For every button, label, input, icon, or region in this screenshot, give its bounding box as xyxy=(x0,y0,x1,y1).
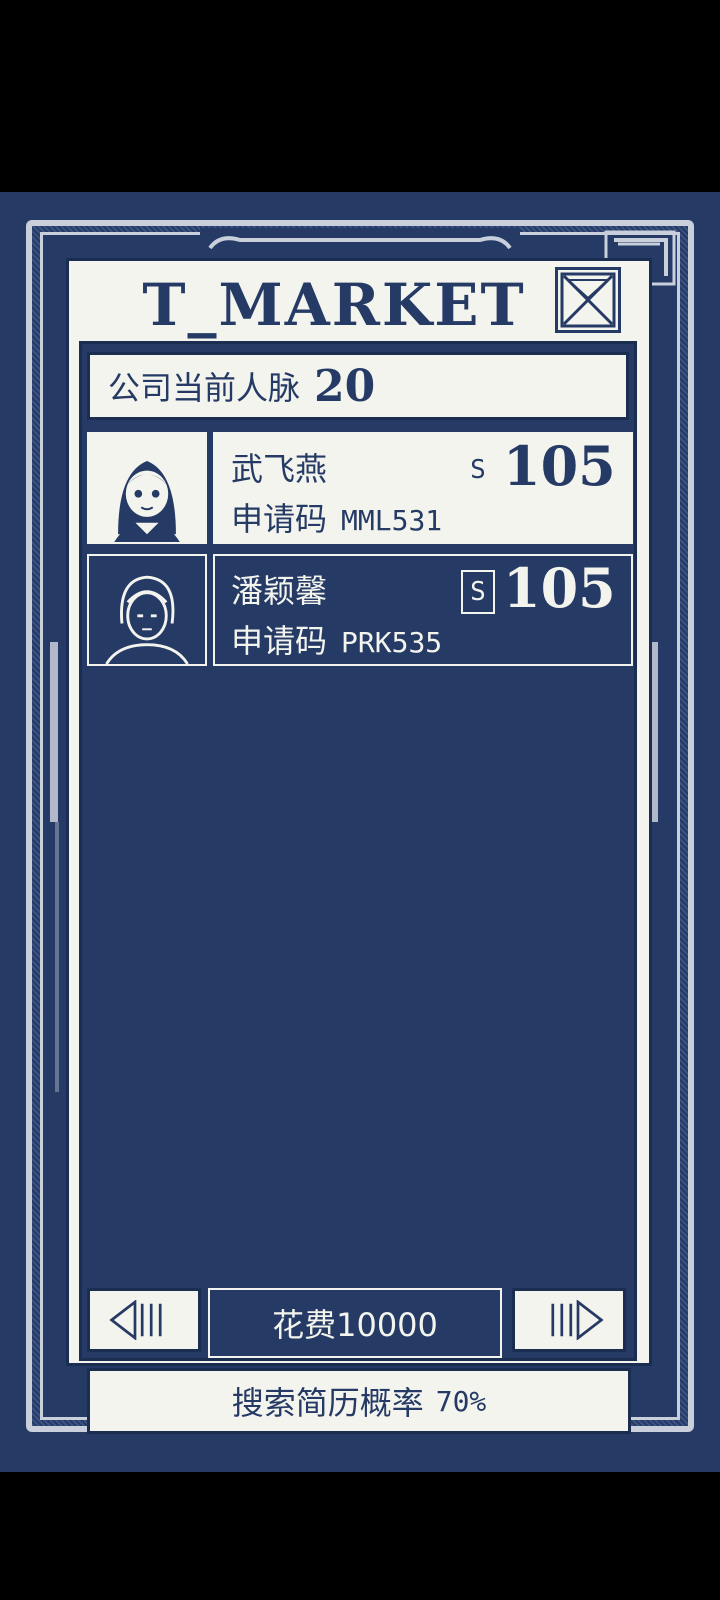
candidate-name: 潘颖馨 xyxy=(231,572,328,610)
male-portrait-icon xyxy=(105,575,189,665)
candidate-name: 武飞燕 xyxy=(231,450,328,488)
application-code-row: 申请码 MML531 xyxy=(231,494,442,540)
candidate-card[interactable]: 潘颖馨 S 105 申请码 PRK535 xyxy=(87,554,633,666)
search-probability-button[interactable]: 搜索简历概率 70% xyxy=(87,1368,631,1434)
candidate-info: 武飞燕 S 105 申请码 MML531 xyxy=(213,432,633,544)
network-label: 公司当前人脉 xyxy=(108,369,301,407)
left-rail-decoration xyxy=(50,642,58,822)
network-display: 公司当前人脉 20 xyxy=(87,352,629,420)
prev-arrow-icon xyxy=(109,1300,162,1340)
application-code-label: 申请码 xyxy=(231,500,328,538)
network-value: 20 xyxy=(314,360,376,412)
next-button[interactable] xyxy=(512,1288,626,1352)
application-code-label: 申请码 xyxy=(231,622,328,660)
header-ornament-decoration xyxy=(200,228,520,252)
candidate-rank: S xyxy=(470,455,486,485)
candidate-card[interactable]: 武飞燕 S 105 申请码 MML531 xyxy=(87,432,633,544)
close-button[interactable] xyxy=(555,267,621,333)
application-code-row: 申请码 PRK535 xyxy=(231,616,442,662)
application-code: MML531 xyxy=(341,504,443,537)
candidate-avatar xyxy=(87,554,207,666)
cost-button[interactable]: 花费10000 xyxy=(208,1288,502,1358)
close-x-icon xyxy=(560,272,616,328)
candidate-avatar xyxy=(87,432,207,544)
candidate-score: 105 xyxy=(503,556,616,620)
search-probability-label: 搜索简历概率 xyxy=(231,1384,424,1422)
candidate-info: 潘颖馨 S 105 申请码 PRK535 xyxy=(213,554,633,666)
female-portrait-icon xyxy=(114,461,180,542)
prev-button[interactable] xyxy=(87,1288,201,1352)
market-panel: T_MARKET 公司当前人脉 20 武飞燕 S 105 申请码 MML531 … xyxy=(66,258,652,1434)
candidate-list-area: 公司当前人脉 20 武飞燕 S 105 申请码 MML531 潘颖馨 S 105… xyxy=(79,341,637,1434)
candidate-score: 105 xyxy=(503,434,616,498)
application-code: PRK535 xyxy=(341,626,443,659)
candidate-rank: S xyxy=(461,570,495,614)
left-rail-dots xyxy=(55,822,59,1092)
search-probability-value: 70% xyxy=(435,1384,487,1418)
page-title: T_MARKET xyxy=(142,271,526,339)
next-arrow-icon xyxy=(551,1300,604,1340)
